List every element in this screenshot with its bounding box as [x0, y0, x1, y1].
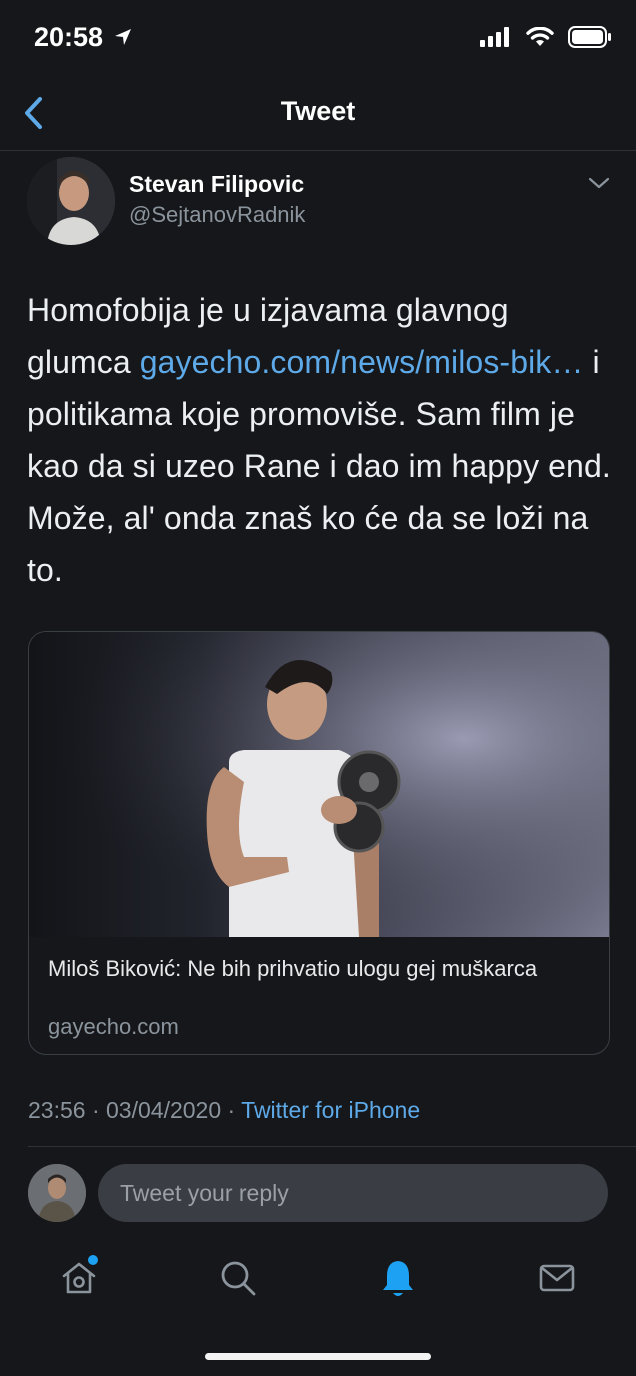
tweet-options-button[interactable] — [588, 176, 610, 195]
search-icon — [221, 1261, 256, 1296]
reply-input[interactable] — [98, 1164, 608, 1222]
card-image — [29, 632, 609, 937]
card-domain: gayecho.com — [48, 1014, 179, 1039]
chevron-down-icon — [588, 177, 610, 189]
tab-notifications[interactable] — [374, 1254, 422, 1302]
author-handle[interactable]: @SejtanovRadnik — [129, 202, 305, 228]
status-time: 20:58 — [34, 22, 133, 53]
tweet-source-link[interactable]: Twitter for iPhone — [241, 1097, 420, 1123]
location-arrow-icon — [114, 29, 131, 45]
wifi-icon — [526, 27, 554, 46]
tab-search[interactable] — [214, 1254, 262, 1302]
card-title: Miloš Biković: Ne bih prihvatio ulogu ge… — [48, 956, 538, 981]
tweet-date: 03/04/2020 — [106, 1097, 222, 1123]
page-title: Tweet — [280, 96, 356, 126]
meta-separator: · — [221, 1097, 242, 1123]
tweet-text-part: i politikama koje promoviše. Sam film je… — [27, 344, 611, 588]
meta-separator: · — [85, 1097, 107, 1123]
meta-divider — [28, 1146, 636, 1147]
tweet-time: 23:56 — [28, 1097, 86, 1123]
card-photo — [29, 632, 609, 937]
signal-icon — [480, 27, 509, 47]
status-icons — [480, 26, 612, 48]
reply-avatar-photo — [28, 1164, 86, 1222]
avatar-photo — [27, 157, 115, 245]
messages-icon — [539, 1264, 575, 1292]
author-name[interactable]: Stevan Filipovic — [129, 171, 304, 198]
link-card[interactable]: Miloš Biković: Ne bih prihvatio ulogu ge… — [28, 631, 610, 1055]
status-time-text: 20:58 — [34, 22, 104, 52]
tab-messages[interactable] — [533, 1254, 581, 1302]
tweet-meta: 23:56 · 03/04/2020 · Twitter for iPhone — [28, 1097, 420, 1124]
tweet-text: Homofobija je u izjavama glavnog glumca … — [27, 284, 617, 596]
home-indicator[interactable] — [205, 1353, 431, 1360]
tab-home[interactable] — [55, 1254, 103, 1302]
reply-avatar[interactable] — [28, 1164, 86, 1222]
home-icon — [62, 1255, 98, 1294]
tweet-link[interactable]: gayecho.com/news/milos-bik… — [140, 344, 584, 380]
notifications-icon — [383, 1261, 413, 1296]
header-divider — [0, 150, 636, 151]
author-avatar[interactable] — [27, 157, 115, 245]
battery-icon — [568, 26, 611, 48]
